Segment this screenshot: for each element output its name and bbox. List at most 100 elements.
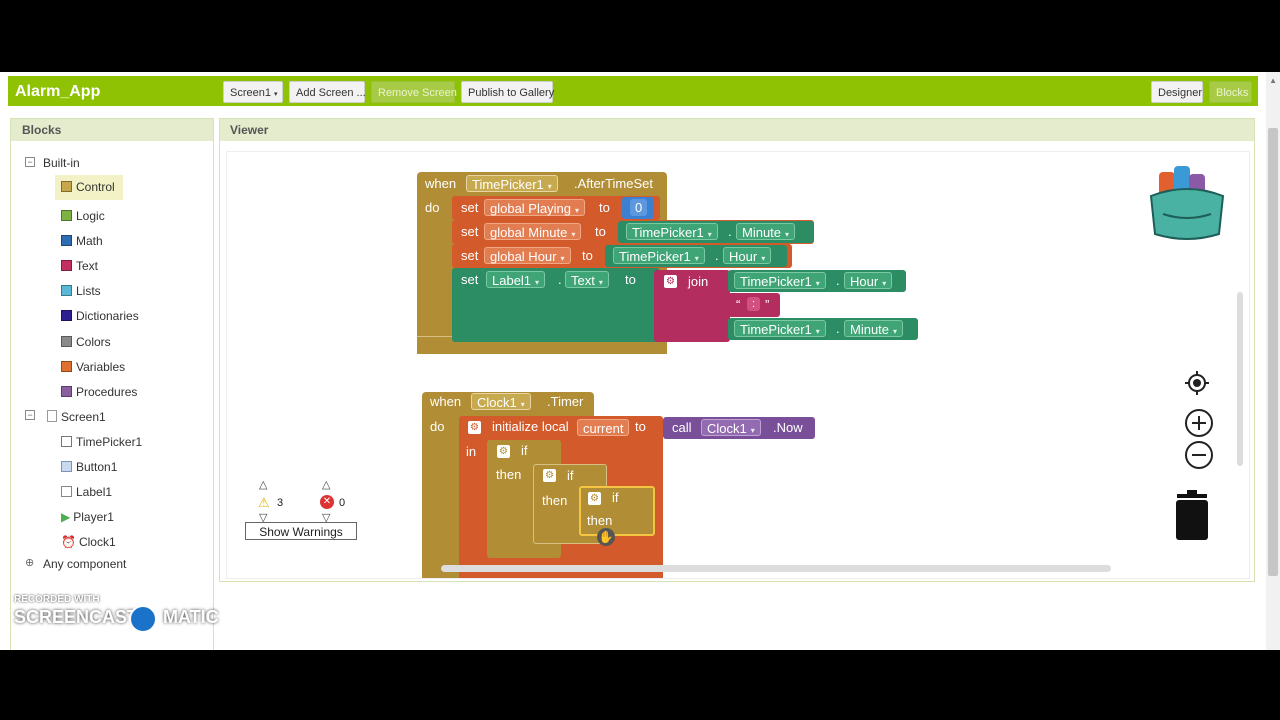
set-label-text-block[interactable]: set Label1 ▾ . Text ▾ to [452, 268, 660, 342]
mutator-gear-icon[interactable]: ⚙ [497, 445, 510, 458]
text-getter-hour[interactable]: TimePicker1 ▾ . Hour ▾ [728, 270, 906, 292]
top-letterbox [0, 0, 1280, 72]
blocks-workspace[interactable]: when TimePicker1 ▾ .AfterTimeSet do set g… [226, 151, 1250, 579]
property-dropdown[interactable]: Minute ▾ [844, 320, 904, 337]
zoom-in-icon[interactable] [1184, 408, 1214, 438]
variable-dropdown[interactable]: global Hour ▾ [484, 247, 571, 264]
call-now-block[interactable]: call Clock1 ▾ .Now [663, 417, 815, 439]
component-dropdown[interactable]: Clock1 ▾ [471, 393, 531, 410]
watermark-line2: SCREENCAST [14, 607, 139, 627]
property-dropdown[interactable]: Hour ▾ [723, 247, 772, 264]
variables-swatch-icon [61, 361, 72, 372]
local-name-field[interactable]: current [577, 419, 630, 436]
number-block[interactable]: 0 [622, 197, 654, 219]
remove-screen-button[interactable]: Remove Screen [371, 81, 457, 103]
variable-dropdown[interactable]: global Minute ▾ [484, 223, 582, 240]
category-control[interactable]: Control [55, 175, 123, 200]
timepicker-getter-block[interactable]: TimePicker1 ▾ . Hour ▾ [605, 245, 787, 267]
component-dropdown[interactable]: TimePicker1 ▾ [734, 272, 826, 289]
category-colors[interactable]: Colors [61, 335, 111, 349]
publish-gallery-button[interactable]: Publish to Gallery [461, 81, 554, 103]
component-clock1[interactable]: ⏰ Clock1 [61, 535, 116, 549]
backpack-icon[interactable] [1145, 162, 1229, 244]
workspace-hscroll[interactable] [441, 565, 1111, 572]
screencast-watermark: RECORDED WITH SCREENCAST MATIC [14, 594, 224, 638]
category-procedures[interactable]: Procedures [61, 385, 137, 399]
component-dropdown[interactable]: TimePicker1 ▾ [734, 320, 826, 337]
component-dropdown[interactable]: Clock1 ▾ [701, 419, 761, 436]
property-dropdown[interactable]: Minute ▾ [736, 223, 796, 240]
category-label: Dictionaries [76, 309, 139, 323]
show-warnings-button[interactable]: Show Warnings [245, 522, 357, 540]
open-quote: “ [736, 297, 741, 312]
set-playing-block[interactable]: set global Playing ▾ to 0 [452, 196, 660, 220]
component-player1[interactable]: ▶ Player1 [61, 510, 114, 524]
dot-separator: . [558, 272, 562, 287]
zoom-out-icon[interactable] [1184, 440, 1214, 470]
component-label1[interactable]: Label1 [61, 485, 112, 499]
lists-swatch-icon [61, 285, 72, 296]
field-text: TimePicker1 [619, 249, 691, 264]
to-keyword: to [595, 224, 606, 239]
number-field[interactable]: 0 [630, 199, 648, 216]
category-text[interactable]: Text [61, 259, 98, 273]
warning-up-icon[interactable]: △ [259, 478, 267, 491]
recenter-icon[interactable] [1184, 370, 1210, 396]
text-getter-minute[interactable]: TimePicker1 ▾ . Minute ▾ [728, 318, 918, 340]
component-dropdown[interactable]: TimePicker1 ▾ [466, 175, 558, 192]
category-dictionaries[interactable]: Dictionaries [61, 309, 139, 323]
component-timepicker1[interactable]: TimePicker1 [61, 435, 142, 449]
collapse-icon[interactable]: − [25, 410, 35, 420]
component-dropdown[interactable]: Label1 ▾ [486, 271, 546, 288]
workspace-vscroll[interactable] [1237, 292, 1243, 466]
logic-swatch-icon [61, 210, 72, 221]
string-field[interactable]: : [747, 297, 761, 311]
category-lists[interactable]: Lists [61, 284, 101, 298]
component-button1[interactable]: Button1 [61, 460, 117, 474]
category-variables[interactable]: Variables [61, 360, 125, 374]
tree-any-component[interactable]: Any component [43, 557, 126, 571]
blocks-panel-title: Blocks [11, 119, 213, 141]
property-dropdown[interactable]: Hour ▾ [844, 272, 893, 289]
add-screen-button[interactable]: Add Screen ... [289, 81, 366, 103]
dropdown-arrow-icon: ▾ [750, 426, 755, 435]
join-block[interactable]: ⚙ join [654, 270, 730, 342]
text-string-block[interactable]: “ : ” [728, 293, 780, 317]
mutator-gear-icon[interactable]: ⚙ [468, 421, 481, 434]
variable-dropdown[interactable]: global Playing ▾ [484, 199, 585, 216]
tree-builtin[interactable]: Built-in [43, 156, 80, 170]
scrollbar-thumb[interactable] [1268, 128, 1278, 576]
collapse-icon[interactable]: − [25, 157, 35, 167]
when-keyword: when [425, 176, 457, 191]
error-up-icon[interactable]: △ [322, 478, 330, 491]
timepicker-getter-block[interactable]: TimePicker1 ▾ . Minute ▾ [618, 221, 814, 243]
component-dropdown[interactable]: TimePicker1 ▾ [626, 223, 718, 240]
page-scrollbar[interactable]: ▲ [1266, 72, 1280, 650]
if-keyword: if [612, 490, 619, 505]
warning-count: 3 [277, 497, 284, 509]
if-block-dragged[interactable]: ⚙ if then [579, 486, 655, 536]
dot-separator: . [836, 273, 840, 288]
blocks-button[interactable]: Blocks [1209, 81, 1252, 103]
mutator-gear-icon[interactable]: ⚙ [664, 275, 677, 288]
field-text: TimePicker1 [472, 177, 544, 192]
trash-icon[interactable] [1173, 490, 1211, 542]
viewer-panel: Viewer when TimePicker1 ▾ .AfterTimeSet d… [219, 118, 1255, 582]
screen-select-button[interactable]: Screen1 ▾ [223, 81, 283, 103]
category-math[interactable]: Math [61, 234, 103, 248]
property-dropdown[interactable]: Text ▾ [565, 271, 609, 288]
scroll-up-icon[interactable]: ▲ [1269, 76, 1277, 85]
set-minute-block[interactable]: set global Minute ▾ to TimePicker1 ▾ . Min… [452, 220, 814, 244]
tree-screen1[interactable]: Screen1 [47, 410, 106, 424]
designer-button[interactable]: Designer [1151, 81, 1203, 103]
category-label: Control [76, 180, 115, 194]
expand-icon[interactable]: ⊕ [25, 556, 34, 569]
component-dropdown[interactable]: TimePicker1 ▾ [613, 247, 705, 264]
set-hour-block[interactable]: set global Hour ▾ to TimePicker1 ▾ . Hour ▾ [452, 244, 792, 268]
component-label: TimePicker1 [76, 435, 143, 449]
field-text: Hour [729, 249, 758, 264]
category-logic[interactable]: Logic [61, 209, 105, 223]
field-text: TimePicker1 [740, 322, 812, 337]
mutator-gear-icon[interactable]: ⚙ [543, 469, 556, 482]
mutator-gear-icon[interactable]: ⚙ [588, 492, 601, 505]
